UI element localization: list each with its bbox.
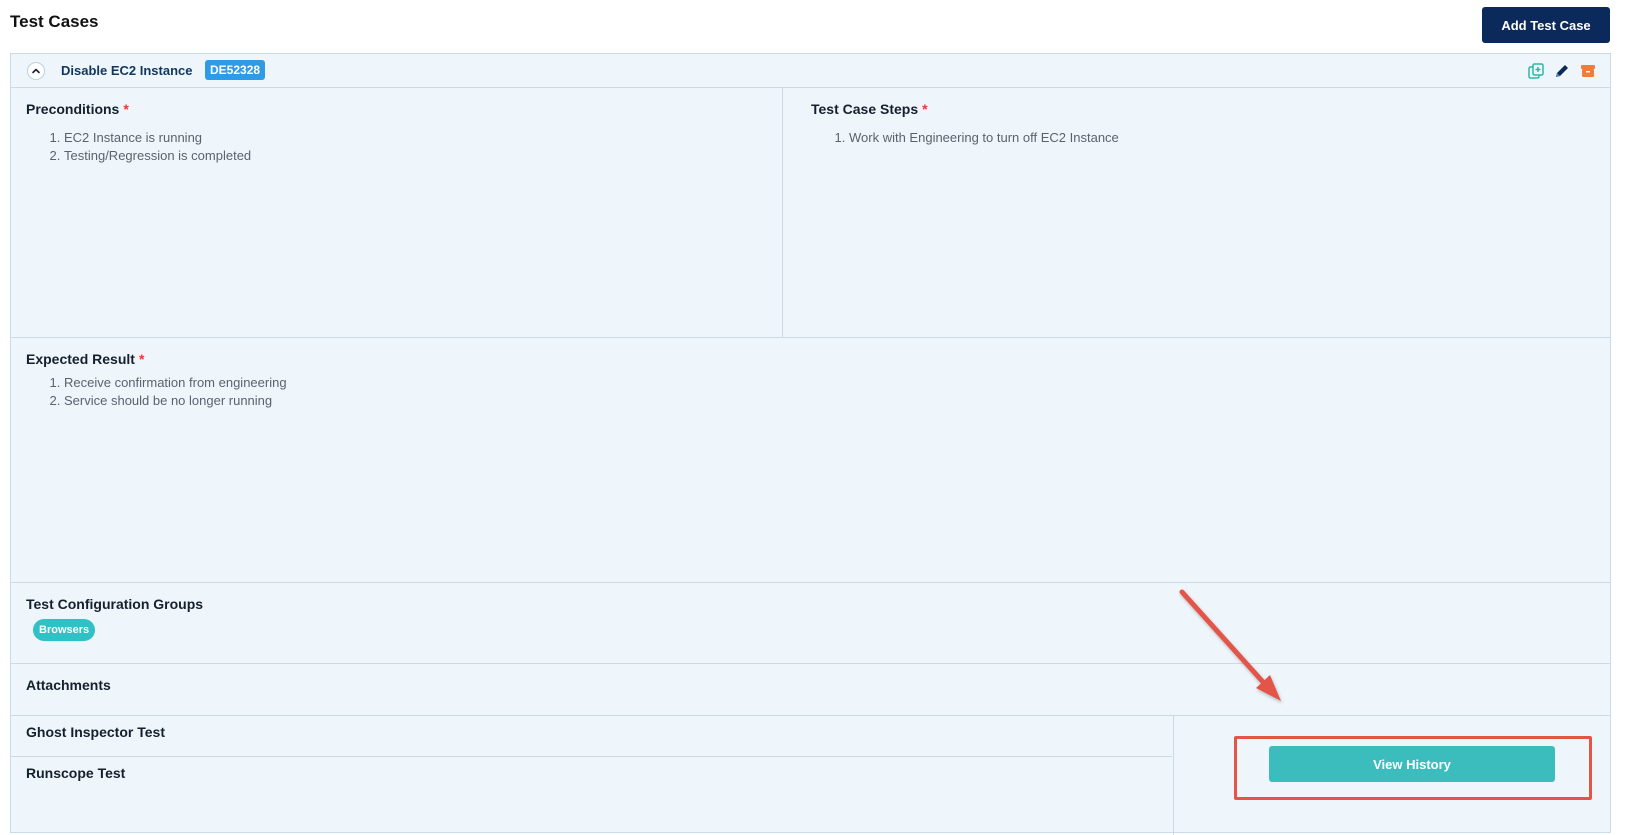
page-title: Test Cases — [10, 12, 99, 31]
preconditions-list: EC2 Instance is running Testing/Regressi… — [26, 129, 251, 164]
edit-pencil-icon[interactable] — [1553, 62, 1571, 80]
ghost-inspector-test-label: Ghost Inspector Test — [26, 724, 165, 740]
list-item: EC2 Instance is running — [64, 129, 251, 147]
test-case-steps-list: Work with Engineering to turn off EC2 In… — [811, 129, 1119, 147]
preconditions-label: Preconditions * — [26, 101, 129, 117]
list-item: Service should be no longer running — [64, 392, 287, 410]
expected-result-list: Receive confirmation from engineering Se… — [26, 374, 287, 409]
add-test-case-button[interactable]: Add Test Case — [1482, 7, 1610, 43]
chevron-up-icon — [32, 68, 40, 74]
test-case-steps-label: Test Case Steps * — [811, 101, 928, 117]
list-item: Receive confirmation from engineering — [64, 374, 287, 392]
attachments-label: Attachments — [26, 677, 111, 693]
test-configuration-groups-label: Test Configuration Groups — [26, 596, 204, 612]
required-asterisk: * — [138, 351, 145, 367]
archive-icon[interactable] — [1579, 62, 1597, 80]
annotation-highlight-box — [1234, 736, 1592, 800]
test-case-id-badge[interactable]: DE52328 — [205, 60, 266, 80]
config-group-tag-browsers[interactable]: Browsers — [33, 619, 96, 641]
collapse-button[interactable] — [27, 62, 45, 80]
annotation-arrow-icon — [1179, 589, 1281, 701]
expected-result-label: Expected Result * — [26, 351, 145, 367]
runscope-test-label: Runscope Test — [26, 765, 126, 781]
list-item: Work with Engineering to turn off EC2 In… — [849, 129, 1119, 147]
test-case-header: Disable EC2 Instance DE52328 — [11, 54, 1610, 88]
test-case-card: Disable EC2 Instance DE52328 Preconditio… — [10, 53, 1611, 835]
required-asterisk: * — [123, 101, 129, 117]
required-asterisk: * — [922, 101, 928, 117]
test-case-title: Disable EC2 Instance — [61, 63, 193, 78]
duplicate-icon[interactable] — [1527, 62, 1545, 80]
list-item: Testing/Regression is completed — [64, 147, 251, 165]
